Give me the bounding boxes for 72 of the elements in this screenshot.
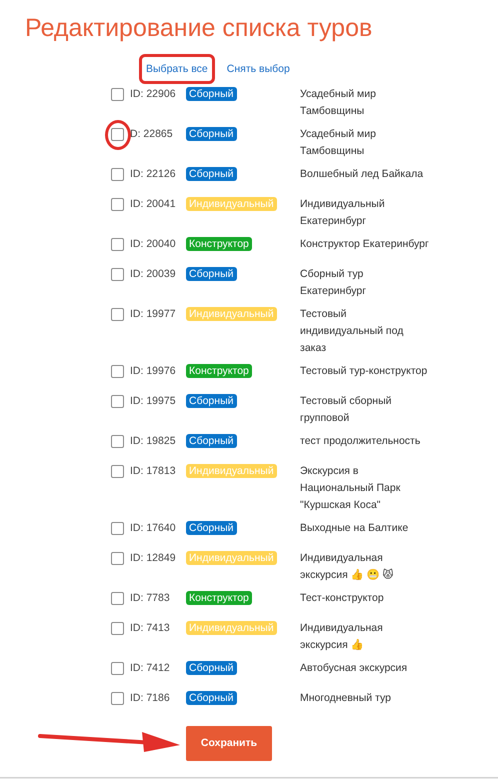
tour-type-badge: Сборный [186, 434, 236, 448]
checkbox[interactable] [111, 268, 124, 281]
tour-id: ID: 20040 [130, 237, 177, 252]
tour-id: ID: 12849 [130, 551, 177, 566]
highlighted-link[interactable]: Выбрать все [139, 54, 215, 84]
tour-id: ID: 7186 [130, 691, 171, 706]
tour-type-badge: Конструктор [186, 237, 252, 251]
tour-type-badge: Индивидуальный [186, 621, 277, 635]
highlight-circle [104, 120, 130, 150]
tour-type-badge: Индивидуальный [186, 464, 277, 478]
tour-id: ID: 7412 [130, 661, 171, 676]
tour-id: ID: 17813 [130, 464, 177, 479]
tour-name: Многодневный тур [300, 691, 392, 706]
tour-type-badge: Сборный [186, 521, 236, 535]
tour-type-badge: Индивидуальный [186, 307, 277, 321]
tour-name: Автобусная экскурсия [300, 661, 408, 676]
tour-id: ID: 19975 [130, 394, 177, 409]
tour-id: ID: 20041 [130, 197, 177, 212]
checkbox[interactable] [111, 395, 124, 408]
checkbox[interactable] [111, 592, 124, 605]
tour-id: ID: 22126 [130, 167, 177, 182]
tour-name: Тестовый тур-конструктор [300, 364, 428, 379]
tour-id: ID: 22906 [130, 87, 177, 102]
tour-type-badge: Сборный [186, 691, 236, 705]
tour-name: Конструктор Екатеринбург [300, 237, 430, 252]
tour-name: Тестовый индивидуальный под заказ [300, 307, 404, 356]
checkbox[interactable] [111, 365, 124, 378]
tour-type-badge: Конструктор [186, 364, 252, 378]
checkbox[interactable] [111, 465, 124, 478]
tour-name: Индивидуальная экскурсия 👍 [300, 621, 384, 653]
tour-type-badge: Сборный [186, 167, 236, 181]
tour-name: Волшебный лед Байкала [300, 167, 424, 182]
checkbox[interactable] [111, 168, 124, 181]
tour-type-badge: Сборный [186, 267, 236, 281]
checkbox[interactable] [111, 435, 124, 448]
tour-name: Тестовый сборный групповой [300, 394, 393, 426]
checkbox[interactable] [111, 238, 124, 251]
tour-type-badge: Конструктор [186, 591, 252, 605]
tour-name: Тест-конструктор [300, 591, 385, 606]
tour-name: Экскурсия в Национальный Парк "Куршская Коса" [300, 464, 402, 513]
link[interactable]: Снять выбор [222, 57, 294, 81]
save-button[interactable]: Сохранить [186, 726, 272, 761]
tour-type-badge: Сборный [186, 394, 236, 408]
checkbox[interactable] [111, 662, 124, 675]
page-title: Редактирование списка туров [25, 13, 374, 44]
tour-type-badge: Сборный [186, 661, 236, 675]
tour-id: ID: 7413 [130, 621, 171, 636]
tour-name: тест продолжительность [300, 434, 422, 449]
tour-name: Усадебный мир Тамбовщины [300, 87, 377, 119]
tour-type-badge: Сборный [186, 87, 236, 101]
checkbox[interactable] [111, 552, 124, 565]
tour-name: Индивидуальный Екатеринбург [300, 197, 386, 229]
tour-type-badge: Индивидуальный [186, 197, 277, 211]
tour-name: Выходные на Балтике [300, 521, 410, 536]
tour-id: ID: 17640 [130, 521, 177, 536]
checkbox[interactable] [111, 198, 124, 211]
tour-name: Усадебный мир Тамбовщины [300, 127, 377, 159]
tour-type-badge: Сборный [186, 127, 236, 141]
tour-id: ID: 7783 [130, 591, 171, 606]
tour-name: Сборный тур Екатеринбург [300, 267, 368, 299]
tour-id: ID: 19825 [130, 434, 177, 449]
checkbox[interactable] [111, 128, 124, 141]
checkbox[interactable] [111, 692, 124, 705]
checkbox[interactable] [111, 88, 124, 101]
tour-id: ID: 19976 [130, 364, 177, 379]
tour-id: ID: 19977 [130, 307, 177, 322]
tour-id: ID: 20039 [130, 267, 177, 282]
checkbox[interactable] [111, 622, 124, 635]
tour-name: Индивидуальная экскурсия 👍 😬 😾 [300, 551, 395, 583]
tour-type-badge: Индивидуальный [186, 551, 277, 565]
checkbox[interactable] [111, 308, 124, 321]
checkbox[interactable] [111, 522, 124, 535]
